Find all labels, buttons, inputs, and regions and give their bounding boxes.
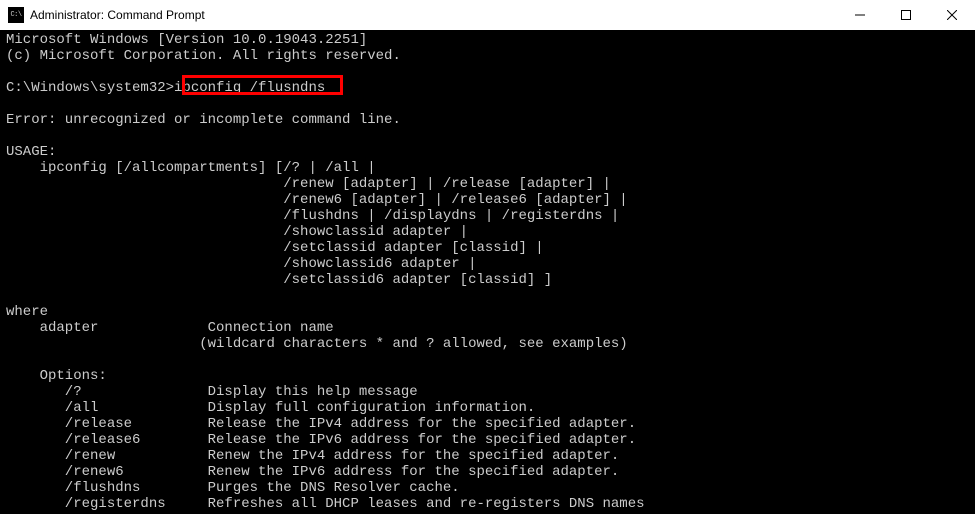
console-line — [6, 288, 969, 304]
console-line — [6, 96, 969, 112]
console-line: /release Release the IPv4 address for th… — [6, 416, 969, 432]
console-line: /renew6 Renew the IPv6 address for the s… — [6, 464, 969, 480]
console-line: /showclassid adapter | — [6, 224, 969, 240]
cmd-icon-label: C:\ — [10, 12, 21, 19]
console-line: C:\Windows\system32>ipconfig /flusndns — [6, 80, 969, 96]
cmd-icon: C:\ — [8, 7, 24, 23]
window-title: Administrator: Command Prompt — [30, 8, 205, 22]
console-line: (wildcard characters * and ? allowed, se… — [6, 336, 969, 352]
console-line: /all Display full configuration informat… — [6, 400, 969, 416]
maximize-button[interactable] — [883, 0, 929, 30]
console-line: USAGE: — [6, 144, 969, 160]
console-line: /setclassid6 adapter [classid] ] — [6, 272, 969, 288]
minimize-button[interactable] — [837, 0, 883, 30]
console-line: ipconfig [/allcompartments] [/? | /all | — [6, 160, 969, 176]
console-line: /renew Renew the IPv4 address for the sp… — [6, 448, 969, 464]
console-line: /setclassid adapter [classid] | — [6, 240, 969, 256]
console-line: /showclassid6 adapter | — [6, 256, 969, 272]
console-line: /registerdns Refreshes all DHCP leases a… — [6, 496, 969, 512]
console-line — [6, 64, 969, 80]
console-line — [6, 352, 969, 368]
console-line: Error: unrecognized or incomplete comman… — [6, 112, 969, 128]
window-controls — [837, 0, 975, 30]
console-area[interactable]: Microsoft Windows [Version 10.0.19043.22… — [0, 30, 975, 514]
console-line: Microsoft Windows [Version 10.0.19043.22… — [6, 32, 969, 48]
console-line — [6, 128, 969, 144]
console-line: /release6 Release the IPv6 address for t… — [6, 432, 969, 448]
console-line: adapter Connection name — [6, 320, 969, 336]
console-line: /flushdns Purges the DNS Resolver cache. — [6, 480, 969, 496]
console-line: /flushdns | /displaydns | /registerdns | — [6, 208, 969, 224]
console-line: /? Display this help message — [6, 384, 969, 400]
console-line: Options: — [6, 368, 969, 384]
console-line: /renew [adapter] | /release [adapter] | — [6, 176, 969, 192]
titlebar[interactable]: C:\ Administrator: Command Prompt — [0, 0, 975, 30]
console-line: where — [6, 304, 969, 320]
console-line: /renew6 [adapter] | /release6 [adapter] … — [6, 192, 969, 208]
console-line: (c) Microsoft Corporation. All rights re… — [6, 48, 969, 64]
close-button[interactable] — [929, 0, 975, 30]
